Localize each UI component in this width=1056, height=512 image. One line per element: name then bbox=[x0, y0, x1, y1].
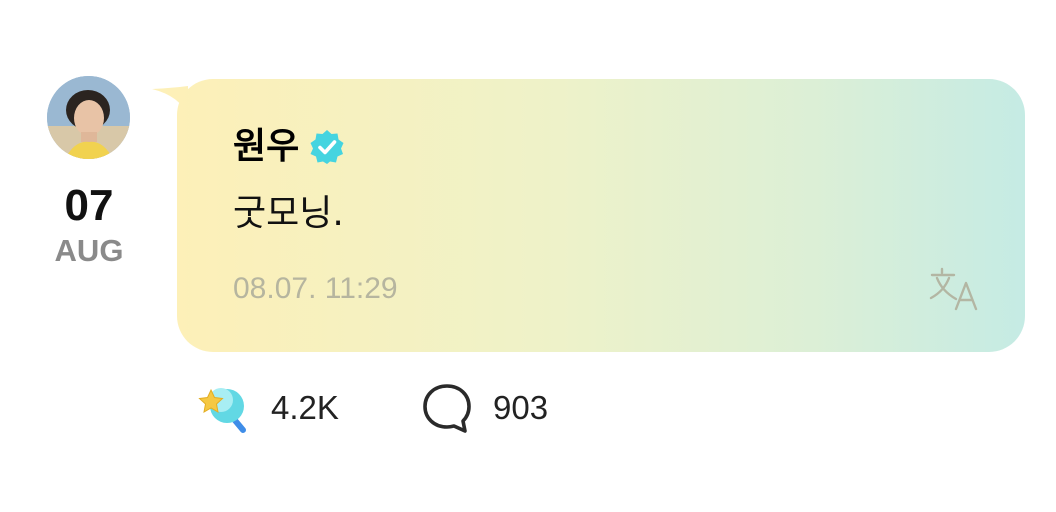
like-reaction[interactable]: 4.2K bbox=[197, 382, 339, 434]
author-name[interactable]: 원우 bbox=[233, 123, 299, 171]
date-month: AUG bbox=[54, 233, 124, 268]
message-bubble[interactable]: 원우 굿모닝. 08.07. 11:29 bbox=[177, 79, 1025, 352]
date-day: 07 bbox=[64, 181, 114, 230]
fan-post-card: 07 AUG 원우 굿모닝. 08.07. 11:29 4.2K 903 bbox=[0, 0, 1056, 512]
comment-count: 903 bbox=[493, 389, 549, 426]
verified-badge-icon bbox=[309, 129, 345, 165]
comment-reaction[interactable]: 903 bbox=[421, 382, 548, 434]
avatar-image bbox=[47, 76, 130, 159]
like-count: 4.2K bbox=[271, 389, 339, 426]
author-row: 원우 bbox=[233, 123, 345, 171]
star-moon-lightstick-icon bbox=[198, 388, 246, 433]
timestamp: 08.07. 11:29 bbox=[233, 272, 398, 305]
avatar[interactable] bbox=[47, 76, 130, 159]
message-text: 굿모닝. bbox=[233, 193, 344, 234]
translate-icon[interactable] bbox=[928, 265, 984, 313]
speech-bubble-icon bbox=[423, 384, 471, 433]
